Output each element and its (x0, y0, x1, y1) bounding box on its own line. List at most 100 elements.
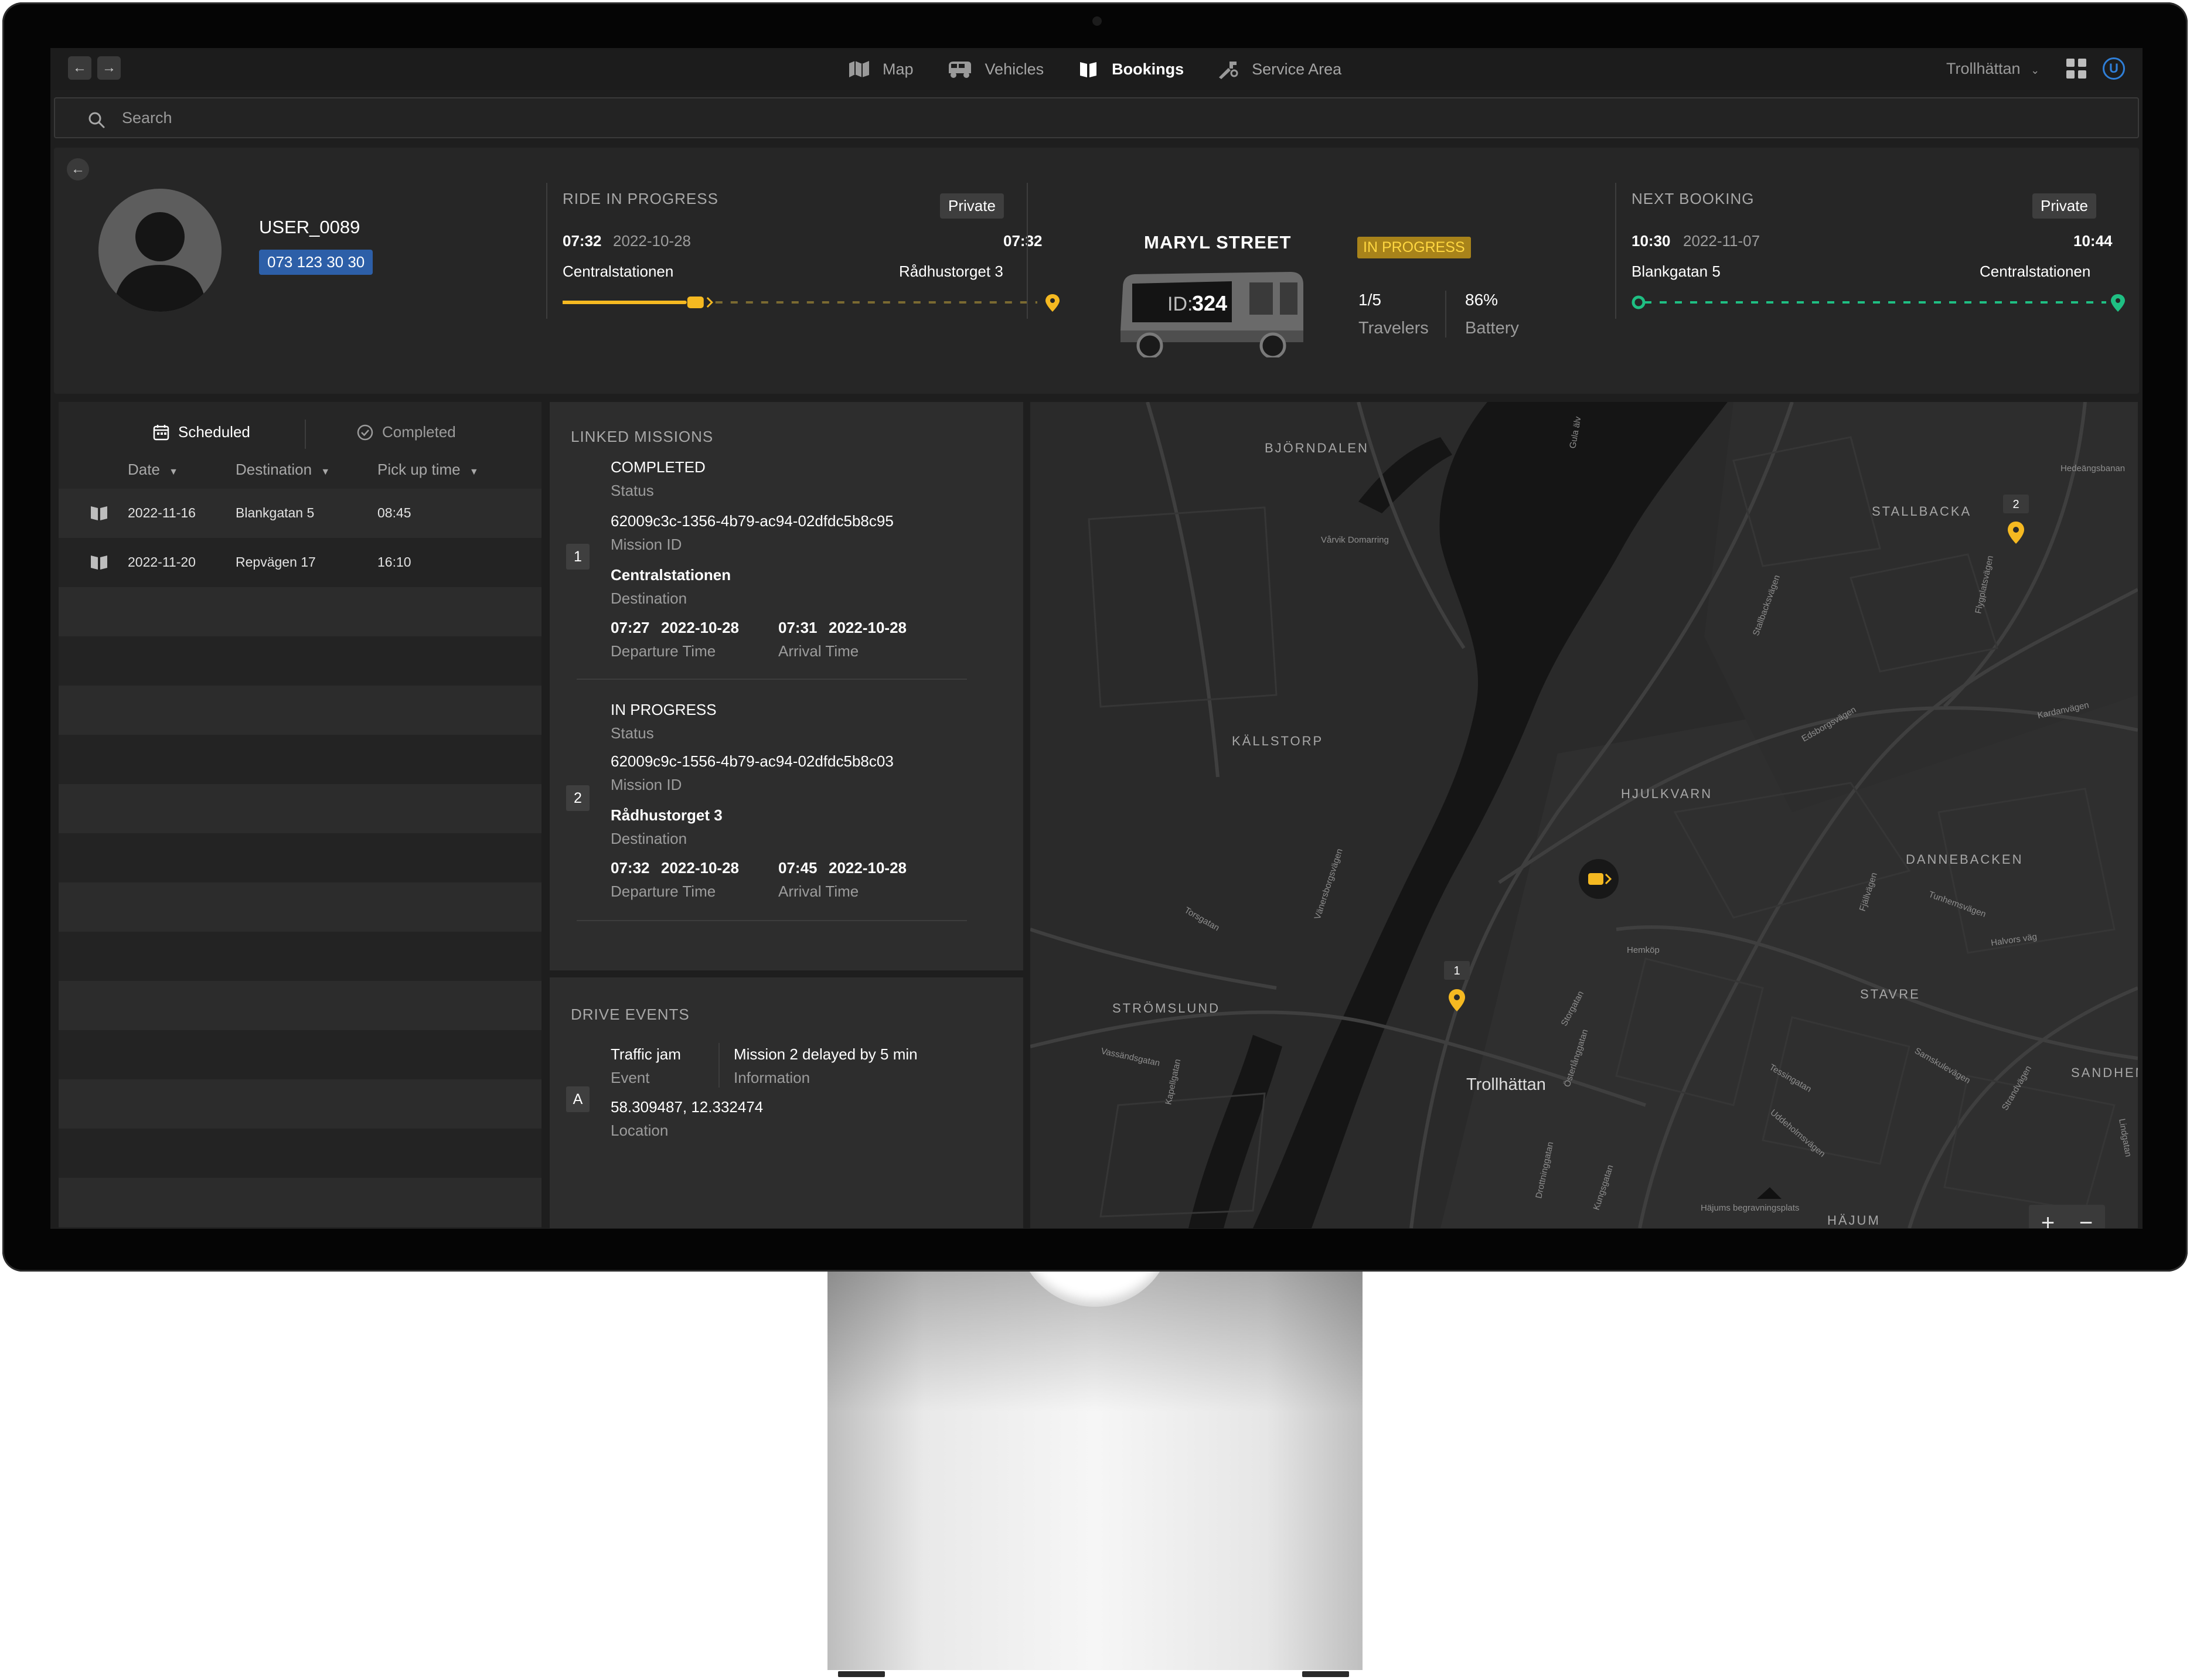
mission-id: 62009c9c-1556-4b79-ac94-02dfdc5b8c03 (611, 752, 894, 770)
apps-grid-icon[interactable] (2066, 59, 2086, 79)
search-input[interactable] (122, 98, 1880, 137)
next-booking-start-time: 10:30 (1632, 232, 1671, 250)
city-select-value: Trollhättan (1946, 60, 2021, 77)
mission-departure-label: Departure Time (611, 642, 716, 660)
map-district-label: HÄJUM (1827, 1213, 1881, 1228)
mission-departure-time: 07:32 (611, 859, 650, 877)
divider (577, 679, 967, 680)
next-booking-end-time: 10:44 (2073, 232, 2113, 250)
linked-missions-panel: LINKED MISSIONS 1 COMPLETED Status 62009… (550, 402, 1023, 970)
user-name: USER_0089 (259, 217, 360, 237)
divider (1615, 183, 1616, 319)
tab-label: Vehicles (985, 60, 1044, 78)
map-district-label: HJULKVARN (1621, 786, 1712, 801)
city-select[interactable]: Trollhättan ⌄ (1946, 60, 2039, 78)
empty-row (59, 1129, 541, 1178)
drive-events-title: DRIVE EVENTS (571, 1006, 690, 1023)
column-header-destination[interactable]: Destination ▼ (236, 461, 330, 479)
mission-id: 62009c3c-1356-4b79-ac94-02dfdc5b8c95 (611, 512, 894, 530)
map-district-label: BJÖRNDALEN (1265, 441, 1369, 455)
empty-row (59, 1227, 541, 1228)
origin-dot-icon (1632, 295, 1646, 309)
sort-caret-icon: ▼ (321, 467, 331, 477)
empty-row (59, 784, 541, 833)
mission-arrival-date: 2022-10-28 (829, 619, 907, 636)
zoom-in-button[interactable]: + (2029, 1205, 2067, 1228)
main-tabs: Map Vehicles Bookings Service Area (847, 48, 1341, 90)
empty-row (59, 882, 541, 932)
event-label: Event (611, 1069, 650, 1086)
divider (577, 920, 967, 921)
mission-destination-label: Destination (611, 589, 687, 607)
forward-arrow-button[interactable]: → (97, 56, 121, 80)
mission-arrival-label: Arrival Time (778, 882, 859, 900)
tab-bookings[interactable]: Bookings (1077, 59, 1184, 79)
tab-completed[interactable]: Completed (356, 423, 456, 441)
table-row[interactable]: 2022-11-20 Repvägen 17 16:10 (59, 538, 541, 587)
column-header-date[interactable]: Date ▼ (128, 461, 178, 479)
svg-text:Vårvik Domarring: Vårvik Domarring (1321, 535, 1389, 545)
mission-number-badge: 2 (566, 785, 590, 811)
travelers-label: Travelers (1358, 319, 1429, 338)
search-icon (88, 112, 105, 128)
check-circle-icon (357, 424, 373, 440)
empty-row (59, 735, 541, 784)
tab-map[interactable]: Map (847, 59, 914, 79)
table-row[interactable]: 2022-11-16 Blankgatan 5 08:45 (59, 489, 541, 538)
ride-start-time: 07:32 (563, 232, 602, 250)
service-area-icon (1219, 62, 1238, 79)
mission-destination: Centralstationen (611, 566, 731, 584)
tab-scheduled[interactable]: Scheduled (152, 423, 250, 441)
mission-number-badge: 1 (566, 544, 590, 570)
mission-destination-label: Destination (611, 830, 687, 847)
map-district-label: DANNEBACKEN (1906, 852, 2023, 867)
zoom-out-button[interactable]: − (2067, 1205, 2105, 1228)
monitor-bezel: ← → Map Vehicles Bookings Service Area T… (2, 2, 2188, 1272)
event-location: 58.309487, 12.332474 (611, 1098, 764, 1116)
ride-type-chip: Private (940, 193, 1004, 219)
event-information: Mission 2 delayed by 5 min (734, 1045, 918, 1063)
empty-row (59, 932, 541, 981)
map-view[interactable]: BJÖRNDALEN STALLBACKA KÄLLSTORP HJULKVAR… (1030, 402, 2138, 1228)
linked-missions-title: LINKED MISSIONS (571, 428, 714, 445)
avatar (98, 189, 222, 312)
divider (305, 420, 306, 449)
tab-service-area[interactable]: Service Area (1217, 59, 1341, 79)
empty-row (59, 1030, 541, 1079)
event-name: Traffic jam (611, 1045, 681, 1063)
vehicle-marker-icon (687, 297, 713, 308)
back-arrow-button[interactable]: ← (68, 56, 91, 80)
tab-label: Bookings (1112, 60, 1184, 78)
user-avatar-icon[interactable]: U (2103, 57, 2125, 80)
camera-dot (1092, 16, 1102, 26)
svg-text:Hedeängsbanan: Hedeängsbanan (2060, 464, 2125, 473)
column-header-pickup-time[interactable]: Pick up time ▼ (377, 461, 479, 479)
map-icon (849, 61, 869, 77)
svg-text:1: 1 (1453, 965, 1460, 977)
next-booking-title: NEXT BOOKING (1632, 190, 1755, 207)
booking-date: 2022-11-20 (128, 554, 196, 570)
vehicle-status-badge: IN PROGRESS (1357, 237, 1471, 258)
battery-label: Battery (1465, 319, 1519, 338)
event-letter-badge: A (566, 1086, 590, 1112)
back-circle-button[interactable]: ← (67, 158, 89, 180)
ride-progress-track (563, 294, 1060, 312)
vehicle-id-prefix: ID: (1167, 293, 1193, 315)
book-icon (91, 556, 107, 570)
ride-in-progress-title: RIDE IN PROGRESS (563, 190, 718, 207)
vehicle-id: 324 (1192, 291, 1227, 315)
map-canvas: BJÖRNDALEN STALLBACKA KÄLLSTORP HJULKVAR… (1030, 402, 2138, 1228)
divider (1027, 183, 1028, 319)
empty-row (59, 1178, 541, 1227)
map-district-label: KÄLLSTORP (1232, 734, 1323, 748)
ride-start-date: 2022-10-28 (613, 232, 691, 250)
map-district-label: SANDHEM (2071, 1065, 2138, 1080)
tab-vehicles[interactable]: Vehicles (946, 59, 1044, 79)
tab-completed-label: Completed (382, 423, 456, 441)
empty-row (59, 1079, 541, 1129)
mission-arrival-time: 07:45 (778, 859, 818, 877)
tab-label: Service Area (1252, 60, 1342, 78)
monitor-stand (827, 1260, 1363, 1670)
mission-status: COMPLETED (611, 458, 706, 476)
next-booking-start-date: 2022-11-07 (1683, 232, 1760, 250)
